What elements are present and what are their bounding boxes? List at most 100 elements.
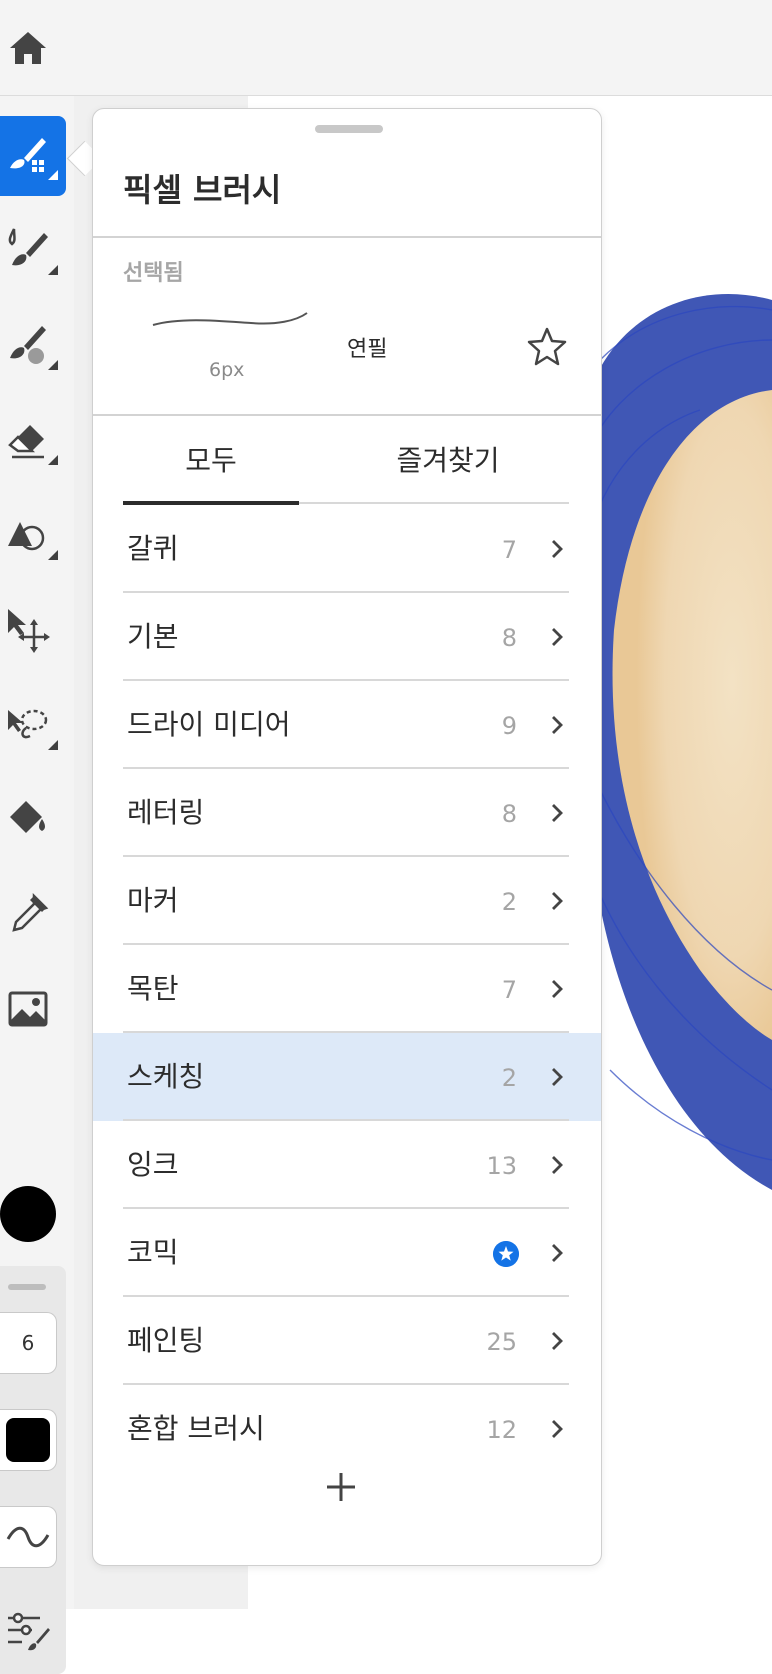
brush-size-label: 6px xyxy=(209,359,245,381)
submenu-indicator xyxy=(48,170,58,180)
eraser-tool[interactable] xyxy=(0,401,66,481)
lasso-icon xyxy=(8,709,48,739)
list-item-label: 드라이 미디어 xyxy=(127,708,291,741)
eyedropper-tool[interactable] xyxy=(0,876,66,956)
mixer-brush-icon xyxy=(10,326,46,364)
list-item-label: 혼합 브러시 xyxy=(127,1412,265,1445)
fill-tool[interactable] xyxy=(0,781,66,861)
paint-bucket-icon xyxy=(10,801,45,833)
list-item[interactable]: 기본 8 xyxy=(93,593,601,681)
list-item-label: 잉크 xyxy=(127,1148,179,1181)
list-item-label: 스케칭 xyxy=(127,1060,205,1093)
list-item[interactable]: 목탄 7 xyxy=(93,945,601,1033)
color-swatch[interactable] xyxy=(0,1186,56,1242)
selected-label: 선택됨 xyxy=(123,261,184,286)
stroke-preview xyxy=(152,312,308,326)
chevron-right-icon xyxy=(552,1420,563,1438)
submenu-indicator xyxy=(48,550,58,560)
shapes-icon xyxy=(8,522,45,551)
live-brush-icon xyxy=(8,228,48,266)
pixel-brush-icon xyxy=(10,138,46,172)
submenu-indicator xyxy=(48,740,58,750)
chevron-right-icon xyxy=(552,1156,563,1174)
list-item-count: 25 xyxy=(486,1328,517,1356)
panel-handle[interactable] xyxy=(315,125,383,133)
submenu-indicator xyxy=(48,265,58,275)
list-item[interactable]: 드라이 미디어 9 xyxy=(93,681,601,769)
list-item-label: 갈퀴 xyxy=(127,532,179,565)
list-item-label: 기본 xyxy=(127,620,179,653)
tool-properties: 6 xyxy=(0,1266,66,1674)
favorite-button[interactable] xyxy=(525,325,569,369)
home-icon xyxy=(10,32,46,64)
list-item-count: 13 xyxy=(486,1152,517,1180)
list-item[interactable]: 마커 2 xyxy=(93,857,601,945)
brush-settings-button[interactable] xyxy=(4,1606,52,1654)
add-button[interactable] xyxy=(321,1467,361,1507)
chevron-right-icon xyxy=(552,628,563,646)
list-item-count: 12 xyxy=(486,1416,517,1444)
submenu-indicator xyxy=(48,455,58,465)
divider xyxy=(93,414,601,416)
list-item[interactable]: 갈퀴 7 xyxy=(93,505,601,593)
smoothing-button[interactable] xyxy=(0,1506,57,1568)
image-tool[interactable] xyxy=(0,971,66,1051)
divider xyxy=(93,236,601,238)
sliders-brush-icon xyxy=(8,1612,50,1651)
lasso-tool[interactable] xyxy=(0,686,66,766)
home-button[interactable] xyxy=(6,28,50,68)
shape-tool[interactable] xyxy=(0,496,66,576)
brush-size-button[interactable]: 6 xyxy=(0,1312,57,1374)
transform-tool[interactable] xyxy=(0,591,66,671)
chevron-right-icon xyxy=(552,804,563,822)
submenu-indicator xyxy=(48,360,58,370)
list-item[interactable]: 코믹 xyxy=(93,1209,601,1297)
tab-all[interactable]: 모두 xyxy=(123,439,299,479)
chevron-right-icon xyxy=(552,1332,563,1350)
list-item-label: 목탄 xyxy=(127,972,179,1005)
tab-favorites[interactable]: 즐겨찾기 xyxy=(329,439,567,479)
drag-grip[interactable] xyxy=(8,1284,46,1290)
category-list: 갈퀴 7 기본 8 드라이 미디어 9 레터링 8 마커 2 목탄 7 스케칭 … xyxy=(93,505,601,1473)
list-item-label: 코믹 xyxy=(127,1236,179,1269)
pixel-brush-tool[interactable] xyxy=(0,116,66,196)
brush-panel: 픽셀 브러시 선택됨 6px 연필 모두 즐겨찾기 갈퀴 7 기본 8 드라이 … xyxy=(92,108,602,1566)
opacity-button[interactable] xyxy=(0,1409,57,1471)
eyedropper-icon xyxy=(12,892,49,932)
list-item-label: 마커 xyxy=(127,884,179,917)
opacity-swatch xyxy=(6,1418,50,1462)
list-item[interactable]: 레터링 8 xyxy=(93,769,601,857)
chevron-right-icon xyxy=(552,716,563,734)
wave-icon xyxy=(6,1526,50,1548)
chevron-right-icon xyxy=(552,1068,563,1086)
canvas-artwork[interactable] xyxy=(580,270,772,1230)
list-item[interactable]: 잉크 13 xyxy=(93,1121,601,1209)
list-item-label: 레터링 xyxy=(127,796,205,829)
star-badge-icon xyxy=(493,1241,519,1267)
chevron-right-icon xyxy=(552,1244,563,1262)
top-bar xyxy=(0,0,772,96)
list-item-selected[interactable]: 스케칭 2 xyxy=(93,1033,601,1121)
live-brush-tool[interactable] xyxy=(0,211,66,291)
image-icon xyxy=(8,991,48,1027)
mixer-brush-tool[interactable] xyxy=(0,306,66,386)
list-item-count: 2 xyxy=(501,888,517,916)
list-item[interactable]: 혼합 브러시 12 xyxy=(93,1385,601,1473)
list-item-count: 9 xyxy=(501,712,517,740)
chevron-right-icon xyxy=(552,892,563,910)
list-item-count: 7 xyxy=(501,976,517,1004)
left-toolbar: 6 xyxy=(0,96,74,1674)
panel-title: 픽셀 브러시 xyxy=(123,171,282,209)
move-icon xyxy=(8,609,50,653)
brush-name: 연필 xyxy=(347,337,388,362)
chevron-right-icon xyxy=(552,540,563,558)
list-item-count: 8 xyxy=(501,624,517,652)
star-outline-icon xyxy=(527,327,567,366)
list-item[interactable]: 페인팅 25 xyxy=(93,1297,601,1385)
chevron-right-icon xyxy=(552,980,563,998)
list-item-count: 7 xyxy=(501,536,517,564)
list-item-count: 2 xyxy=(501,1064,517,1092)
eraser-icon xyxy=(8,425,44,459)
plus-icon xyxy=(327,1473,355,1501)
list-item-count: 8 xyxy=(501,800,517,828)
